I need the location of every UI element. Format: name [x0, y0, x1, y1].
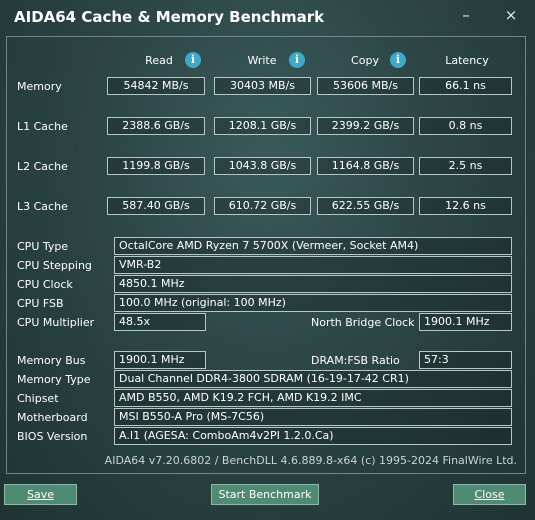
memory-latency-value: 66.1 ns [419, 77, 512, 95]
start-benchmark-button[interactable]: Start Benchmark [211, 484, 319, 505]
l3-write-value: 610.72 GB/s [214, 197, 311, 215]
north-bridge-clock-value: 1900.1 MHz [419, 313, 512, 331]
header-latency: Latency [445, 54, 489, 67]
cpu-stepping-value: VMR-B2 [114, 256, 512, 274]
memory-type-label: Memory Type [17, 373, 91, 386]
benchmark-panel: Read i Write i Copy i Latency Memory 548… [6, 36, 526, 474]
north-bridge-clock-label: North Bridge Clock [311, 316, 415, 329]
cpu-fsb-label: CPU FSB [17, 297, 64, 310]
memory-write-value: 30403 MB/s [214, 77, 311, 95]
cpu-multiplier-value: 48.5x [114, 313, 206, 331]
cpu-type-label: CPU Type [17, 240, 69, 253]
dram-fsb-ratio-label: DRAM:FSB Ratio [311, 354, 400, 367]
version-footer: AIDA64 v7.20.6802 / BenchDLL 4.6.889.8-x… [104, 454, 517, 467]
save-button-label: Save [26, 488, 54, 501]
chipset-value: AMD B550, AMD K19.2 FCH, AMD K19.2 IMC [114, 389, 512, 407]
cpu-type-value: OctalCore AMD Ryzen 7 5700X (Vermeer, So… [114, 237, 512, 255]
close-button-label: Close [474, 488, 505, 501]
memory-copy-value: 53606 MB/s [317, 77, 414, 95]
l2-write-value: 1043.8 GB/s [214, 157, 311, 175]
close-window-button[interactable]: × [500, 6, 522, 24]
bios-version-label: BIOS Version [17, 430, 88, 443]
memory-read-value: 54842 MB/s [107, 77, 205, 95]
window-title: AIDA64 Cache & Memory Benchmark [14, 8, 325, 26]
cpu-multiplier-label: CPU Multiplier [17, 316, 95, 329]
motherboard-value: MSI B550-A Pro (MS-7C56) [114, 408, 512, 426]
l2-copy-value: 1164.8 GB/s [317, 157, 414, 175]
save-button[interactable]: Save [4, 484, 77, 505]
l3-copy-value: 622.55 GB/s [317, 197, 414, 215]
l1-copy-value: 2399.2 GB/s [317, 117, 414, 135]
memory-type-value: Dual Channel DDR4-3800 SDRAM (16-19-17-4… [114, 370, 512, 388]
read-info-icon[interactable]: i [185, 52, 201, 68]
cpu-stepping-label: CPU Stepping [17, 259, 92, 272]
cpu-fsb-value: 100.0 MHz (original: 100 MHz) [114, 294, 512, 312]
l3-read-value: 587.40 GB/s [107, 197, 205, 215]
write-info-icon[interactable]: i [289, 52, 305, 68]
minimize-button[interactable]: – [455, 6, 477, 24]
cpu-clock-label: CPU Clock [17, 278, 73, 291]
title-bar: AIDA64 Cache & Memory Benchmark – × [0, 0, 535, 34]
bios-version-value: A.I1 (AGESA: ComboAm4v2PI 1.2.0.Ca) [114, 427, 512, 445]
motherboard-label: Motherboard [17, 411, 88, 424]
chipset-label: Chipset [17, 392, 59, 405]
row-label-l1: L1 Cache [17, 120, 68, 133]
memory-bus-label: Memory Bus [17, 354, 86, 367]
l2-latency-value: 2.5 ns [419, 157, 512, 175]
l1-write-value: 1208.1 GB/s [214, 117, 311, 135]
row-label-memory: Memory [17, 80, 62, 93]
l2-read-value: 1199.8 GB/s [107, 157, 205, 175]
cpu-clock-value: 4850.1 MHz [114, 275, 512, 293]
l3-latency-value: 12.6 ns [419, 197, 512, 215]
row-label-l3: L3 Cache [17, 200, 68, 213]
row-label-l2: L2 Cache [17, 160, 68, 173]
close-button[interactable]: Close [453, 484, 526, 505]
memory-bus-value: 1900.1 MHz [114, 351, 206, 369]
copy-info-icon[interactable]: i [390, 52, 406, 68]
l1-read-value: 2388.6 GB/s [107, 117, 205, 135]
dram-fsb-ratio-value: 57:3 [419, 351, 512, 369]
l1-latency-value: 0.8 ns [419, 117, 512, 135]
start-benchmark-button-label: Start Benchmark [218, 488, 312, 501]
